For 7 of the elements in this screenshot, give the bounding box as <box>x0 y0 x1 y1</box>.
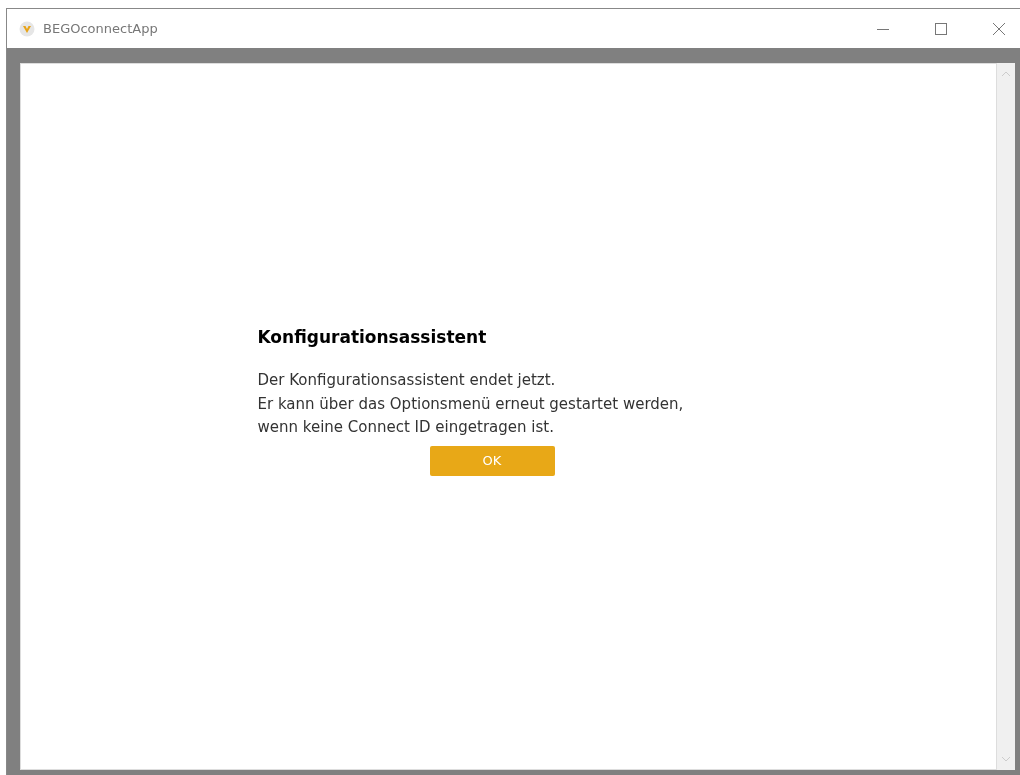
maximize-icon[interactable] <box>934 21 948 36</box>
close-icon[interactable] <box>992 21 1006 36</box>
ok-button[interactable]: OK <box>429 445 555 476</box>
app-logo-icon <box>19 20 35 37</box>
window-title: BEGOconnectApp <box>43 21 158 36</box>
dialog-message: Der Konfigurationsassistent endet jetzt. Er kann über das Optionsmenü erneut gestartet werden, wenn keine Connect ID eingetragen ist. <box>257 370 685 439</box>
dialog-title: Konfigurationsassistent <box>257 327 488 348</box>
